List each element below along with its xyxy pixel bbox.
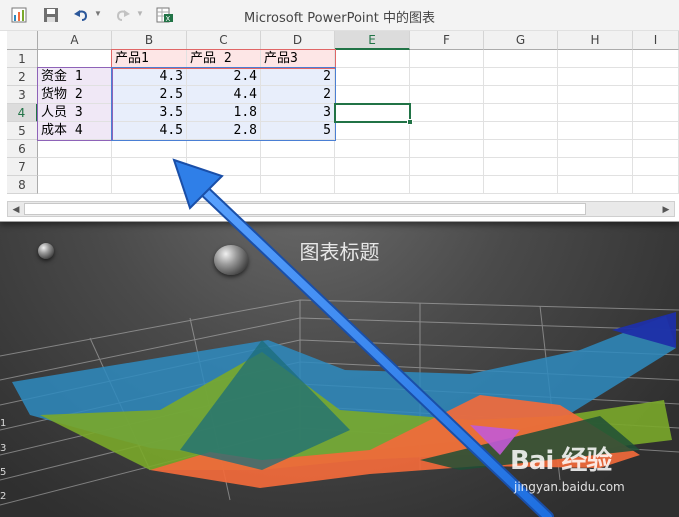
watermark-brand: Bai 经验 (510, 446, 612, 476)
baidu-watermark: Bai 经验 jingyan.baidu.com (510, 440, 670, 500)
watermark-url: jingyan.baidu.com (514, 480, 625, 494)
